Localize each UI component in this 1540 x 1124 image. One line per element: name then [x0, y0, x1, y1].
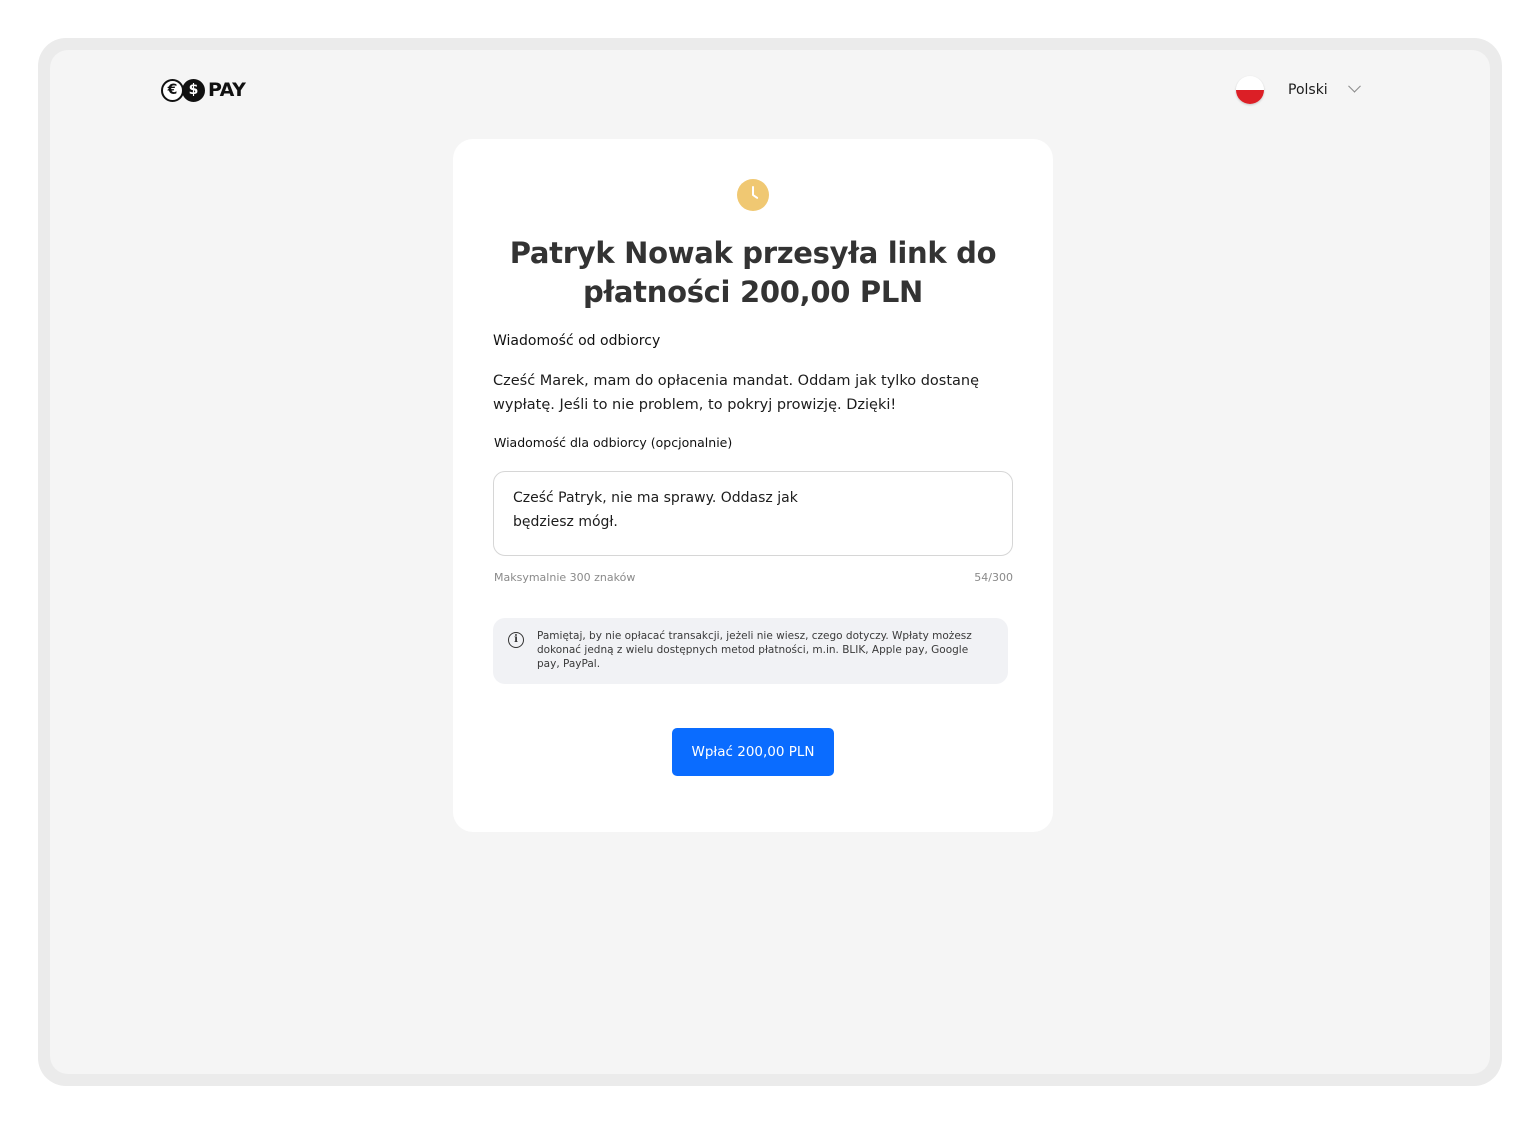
pay-button[interactable]: Wpłać 200,00 PLN [672, 728, 834, 776]
app-logo[interactable]: € $ PAY [161, 76, 246, 104]
language-label: Polski [1288, 82, 1328, 98]
info-notice-text: Pamiętaj, by nie opłacać transakcji, jeż… [537, 630, 972, 670]
info-notice: i Pamiętaj, by nie opłacać transakcji, j… [493, 618, 1008, 684]
info-icon: i [508, 632, 524, 648]
chevron-down-icon[interactable] [1347, 79, 1361, 93]
language-selector[interactable]: Polski [1236, 76, 1368, 104]
euro-coin-icon: € [161, 78, 184, 102]
sender-message-text: Cześć Marek, mam do opłacenia mandat. Od… [493, 373, 980, 413]
reply-message-label: Wiadomość dla odbiorcy (opcjonalnie) [494, 435, 733, 450]
page-title: Patryk Nowak przesyła link do płatności … [509, 236, 997, 309]
payment-request-card: Patryk Nowak przesyła link do płatności … [453, 139, 1053, 832]
char-counter: 54/300 [974, 571, 1013, 584]
poland-flag-icon [1236, 76, 1264, 104]
logo-text: PAY [208, 79, 246, 101]
char-limit-hint: Maksymalnie 300 znaków [494, 571, 636, 584]
reply-message-input[interactable]: Cześć Patryk, nie ma sprawy. Oddasz jak … [493, 471, 1013, 556]
dollar-coin-icon: $ [182, 78, 205, 102]
clock-icon [737, 179, 769, 211]
sender-message-label: Wiadomość od odbiorcy [493, 333, 661, 349]
